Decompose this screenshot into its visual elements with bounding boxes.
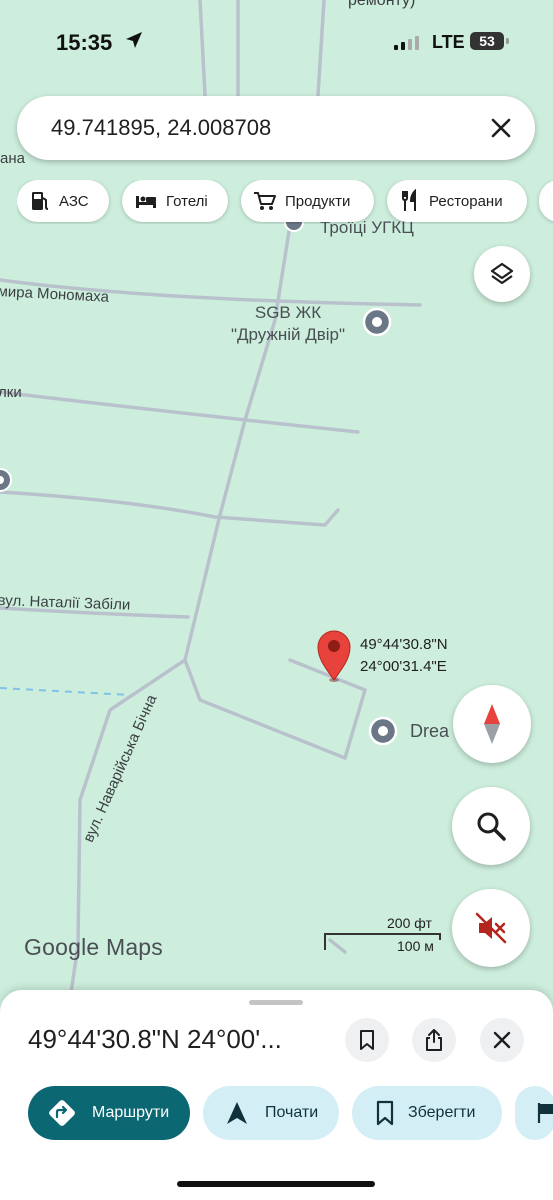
sound-toggle-button[interactable] [452, 889, 530, 967]
chip-label: Ресторани [429, 192, 503, 210]
more-action-button[interactable] [515, 1086, 553, 1140]
dream-poi-label[interactable]: Drea [410, 721, 449, 742]
compass-button[interactable] [453, 685, 531, 763]
shopping-cart-icon [254, 192, 276, 210]
network-type: LTE [432, 32, 465, 52]
start-label: Почати [265, 1104, 319, 1121]
directions-icon [49, 1100, 75, 1126]
residence-poi-name: SGB ЖК [254, 303, 322, 322]
street-label-left-edge: ана [0, 150, 25, 167]
bookmark-icon [360, 1030, 374, 1050]
pin-coordinates-label: 49°44'30.8"N 24°00'31.4"E [360, 634, 448, 678]
close-icon [493, 1031, 511, 1049]
chip-hotels[interactable]: Готелі [122, 180, 228, 222]
pin-latitude: 49°44'30.8"N [360, 636, 448, 653]
place-bottom-sheet[interactable]: 49°44'30.8"N 24°00'... Маршрути Почати З… [0, 990, 553, 1200]
search-icon [477, 812, 506, 841]
google-maps-logo: Google Maps [24, 934, 163, 960]
residence-poi-subname: "Дружній Двір" [230, 325, 346, 344]
search-bar[interactable]: 49.741895, 24.008708 [17, 96, 535, 160]
chip-more[interactable] [539, 180, 553, 222]
volume-muted-icon [475, 912, 507, 944]
street-label-left2: лки [0, 384, 22, 401]
status-bar: 15:35 LTE 53 [0, 0, 553, 84]
flag-icon [537, 1103, 553, 1123]
layers-icon [490, 262, 514, 285]
fork-knife-icon [402, 189, 416, 211]
save-label: Зберегти [408, 1104, 476, 1121]
bookmark-icon [376, 1100, 394, 1126]
chip-groceries[interactable]: Продукти [241, 180, 374, 222]
gas-station-icon [32, 192, 49, 210]
directions-label: Маршрути [92, 1104, 170, 1121]
battery-icon: 53 [470, 32, 504, 50]
place-title: 49°44'30.8"N 24°00'... [28, 1024, 282, 1054]
share-icon [426, 1029, 442, 1051]
save-button[interactable] [345, 1018, 389, 1062]
home-indicator[interactable] [177, 1181, 375, 1187]
directions-button[interactable]: Маршрути [28, 1086, 190, 1140]
scale-metric: 100 м [397, 938, 434, 954]
chip-label: Продукти [285, 192, 351, 210]
category-chips: АЗС Готелі Продукти Ресторани [17, 180, 553, 224]
close-icon[interactable] [483, 110, 519, 146]
save-action-button[interactable]: Зберегти [352, 1086, 502, 1140]
navigation-arrow-icon [227, 1102, 247, 1124]
close-sheet-button[interactable] [480, 1018, 524, 1062]
location-arrow-icon [126, 32, 142, 48]
signal-strength-icon [394, 36, 419, 50]
hotel-bed-icon [136, 196, 156, 208]
start-button[interactable]: Почати [203, 1086, 339, 1140]
compass-icon [484, 704, 500, 744]
chip-label: АЗС [59, 192, 89, 210]
residence-poi-label[interactable]: SGB ЖК "Дружній Двір" [208, 302, 368, 346]
status-time: 15:35 [56, 30, 113, 55]
share-button[interactable] [412, 1018, 456, 1062]
dream-poi-icon[interactable] [368, 716, 398, 746]
layers-button[interactable] [474, 246, 530, 302]
scale-imperial: 200 фт [387, 915, 432, 931]
chip-restaurants[interactable]: Ресторани [387, 180, 527, 222]
pin-longitude: 24°00'31.4"E [360, 658, 447, 675]
search-area-button[interactable] [452, 787, 530, 865]
chip-gas-stations[interactable]: АЗС [17, 180, 109, 222]
battery-tip [506, 38, 509, 44]
sheet-drag-handle[interactable] [249, 1000, 303, 1005]
chip-label: Готелі [166, 192, 208, 210]
search-query[interactable]: 49.741895, 24.008708 [51, 115, 271, 141]
